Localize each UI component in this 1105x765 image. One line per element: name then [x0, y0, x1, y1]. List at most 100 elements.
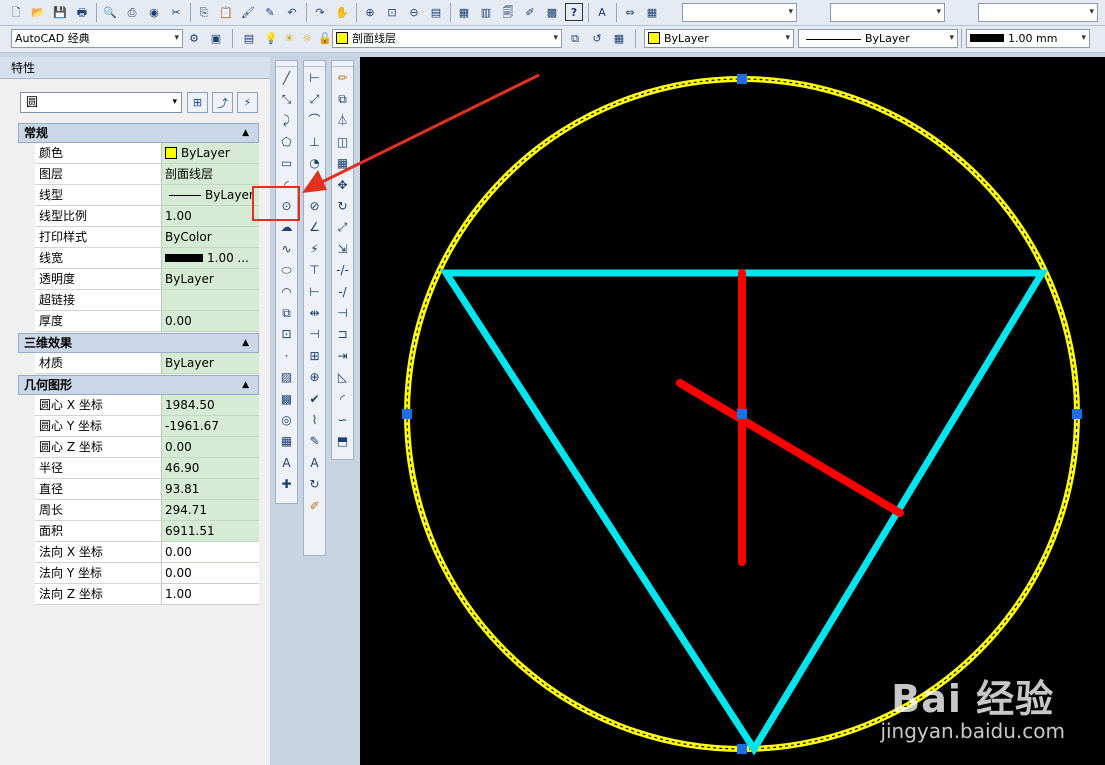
aligned-dim-icon[interactable]: ⤢	[304, 88, 325, 109]
collapse-caret-icon[interactable]: ▲	[242, 376, 249, 394]
layer-previous-icon[interactable]: ↺	[588, 29, 606, 47]
sun-icon[interactable]: ☀	[280, 29, 298, 47]
calculator-icon[interactable]: ▩	[543, 3, 561, 21]
radius-dim-icon[interactable]: ◔	[304, 153, 325, 174]
cut-icon[interactable]: ✂	[167, 3, 185, 21]
property-value[interactable]: 0.00	[162, 311, 259, 332]
baseline-dim-icon[interactable]: ⊤	[304, 260, 325, 281]
clean-screen-icon[interactable]: ▣	[207, 29, 225, 47]
section-header[interactable]: 常规 ▲	[18, 123, 259, 143]
property-value[interactable]: 0.00	[162, 563, 259, 584]
pan-icon[interactable]: ✋	[333, 3, 351, 21]
angular-dim-icon[interactable]: ∠	[304, 217, 325, 238]
dim-style-icon[interactable]: ⇔	[621, 3, 639, 21]
add-selected-icon[interactable]: ✚	[276, 473, 297, 494]
mirror-icon[interactable]: ⏃	[332, 110, 353, 131]
table-icon[interactable]: ▦	[276, 431, 297, 452]
property-value[interactable]: 1984.50	[162, 395, 259, 416]
chamfer-icon[interactable]: ◺	[332, 366, 353, 387]
property-row[interactable]: 法向 Y 坐标 0.00	[18, 563, 259, 584]
property-value[interactable]: 46.90	[162, 458, 259, 479]
construction-line-icon[interactable]: ⤡	[276, 88, 297, 109]
erase-icon[interactable]: ✏	[332, 67, 353, 88]
property-row[interactable]: 透明度 ByLayer	[18, 269, 259, 290]
markup-icon[interactable]: ✐	[521, 3, 539, 21]
region-icon[interactable]: ◎	[276, 409, 297, 430]
text-style-select[interactable]: ▾	[682, 3, 797, 22]
stretch-icon[interactable]: ⇲	[332, 238, 353, 259]
layer-select[interactable]: 剖面线层 ▾	[332, 29, 562, 48]
workspace-select[interactable]: AutoCAD 经典 ▾	[11, 29, 183, 48]
property-row[interactable]: 法向 X 坐标 0.00	[18, 542, 259, 563]
property-row[interactable]: 线型 ByLayer	[18, 185, 259, 206]
property-value[interactable]: 1.00	[162, 584, 259, 605]
jogged-dim-icon[interactable]: ⟟	[304, 174, 325, 195]
explode-icon[interactable]: ⬒	[332, 431, 353, 452]
redo-icon[interactable]: ↷	[311, 3, 329, 21]
jogged-linear-icon[interactable]: ⌇	[304, 409, 325, 430]
lightbulb-icon[interactable]: 💡	[262, 29, 280, 47]
property-row[interactable]: 超链接	[18, 290, 259, 311]
dim-space-icon[interactable]: ⇹	[304, 302, 325, 323]
property-row[interactable]: 直径 93.81	[18, 479, 259, 500]
break-at-point-icon[interactable]: ⊣	[332, 302, 353, 323]
property-value[interactable]: ByColor	[162, 227, 259, 248]
tool-palettes-icon[interactable]: ▥	[477, 3, 495, 21]
property-row[interactable]: 材质 ByLayer	[18, 353, 259, 374]
spline-icon[interactable]: ∿	[276, 238, 297, 259]
dim-update-icon[interactable]: ↻	[304, 473, 325, 494]
toggle-pickadd-icon[interactable]: ⊞	[187, 92, 208, 113]
property-row[interactable]: 周长 294.71	[18, 500, 259, 521]
table-style-icon[interactable]: ▦	[643, 3, 661, 21]
match-properties-icon[interactable]: 🖌	[239, 3, 257, 21]
plot-icon[interactable]: 🖶	[73, 3, 91, 21]
property-row[interactable]: 厚度 0.00	[18, 311, 259, 332]
move-icon[interactable]: ✥	[332, 174, 353, 195]
rectangle-icon[interactable]: ▭	[276, 153, 297, 174]
property-value[interactable]: 0.00	[162, 437, 259, 458]
property-value[interactable]: -1961.67	[162, 416, 259, 437]
rotate-icon[interactable]: ↻	[332, 195, 353, 216]
open-icon[interactable]: 📂	[29, 3, 47, 21]
copy-object-icon[interactable]: ⧉	[332, 88, 353, 109]
break-icon[interactable]: ⊐	[332, 324, 353, 345]
property-row[interactable]: 半径 46.90	[18, 458, 259, 479]
hatch-icon[interactable]: ▨	[276, 366, 297, 387]
dim-style-select[interactable]: ▾	[830, 3, 945, 22]
property-row[interactable]: 面积 6911.51	[18, 521, 259, 542]
sun-viewport-icon[interactable]: ☼	[298, 29, 316, 47]
ellipse-icon[interactable]: ⬭	[276, 260, 297, 281]
text-style-icon[interactable]: A	[593, 3, 611, 21]
block-editor-icon[interactable]: ✎	[261, 3, 279, 21]
property-row[interactable]: 颜色 ByLayer	[18, 143, 259, 164]
property-value[interactable]: ByLayer	[162, 353, 259, 374]
fillet-icon[interactable]: ◜	[332, 388, 353, 409]
property-value[interactable]: ByLayer	[162, 185, 259, 206]
polygon-icon[interactable]: ⬠	[276, 131, 297, 152]
property-value[interactable]: ByLayer	[162, 143, 259, 164]
color-select[interactable]: ByLayer ▾	[644, 29, 794, 48]
property-value[interactable]: 93.81	[162, 479, 259, 500]
section-header[interactable]: 三维效果 ▲	[18, 333, 259, 353]
plot-preview-icon[interactable]: 🔍	[101, 3, 119, 21]
undo-icon[interactable]: ↶	[283, 3, 301, 21]
arc-length-icon[interactable]: ⌒	[304, 110, 325, 131]
array-icon[interactable]: ▦	[332, 153, 353, 174]
section-header[interactable]: 几何图形 ▲	[18, 375, 259, 395]
layer-state-icon[interactable]: ▦	[610, 29, 628, 47]
tolerance-icon[interactable]: ⊞	[304, 345, 325, 366]
property-value[interactable]: 0.00	[162, 542, 259, 563]
diameter-dim-icon[interactable]: ⊘	[304, 195, 325, 216]
quick-select-icon[interactable]: ⚡	[237, 92, 258, 113]
continue-dim-icon[interactable]: ⊢	[304, 281, 325, 302]
dim-text-edit-icon[interactable]: A	[304, 452, 325, 473]
property-value[interactable]: 剖面线层	[162, 164, 259, 185]
ordinate-dim-icon[interactable]: ⊥	[304, 131, 325, 152]
collapse-caret-icon[interactable]: ▲	[242, 124, 249, 142]
select-objects-icon[interactable]: ⤴	[212, 92, 233, 113]
multiline-text-icon[interactable]: A	[276, 452, 297, 473]
publish-icon[interactable]: ⎙	[123, 3, 141, 21]
help-icon[interactable]: ?	[565, 3, 583, 21]
point-icon[interactable]: ·	[276, 345, 297, 366]
drawing-canvas[interactable]: Bai 经验 jingyan.baidu.com	[360, 57, 1105, 765]
